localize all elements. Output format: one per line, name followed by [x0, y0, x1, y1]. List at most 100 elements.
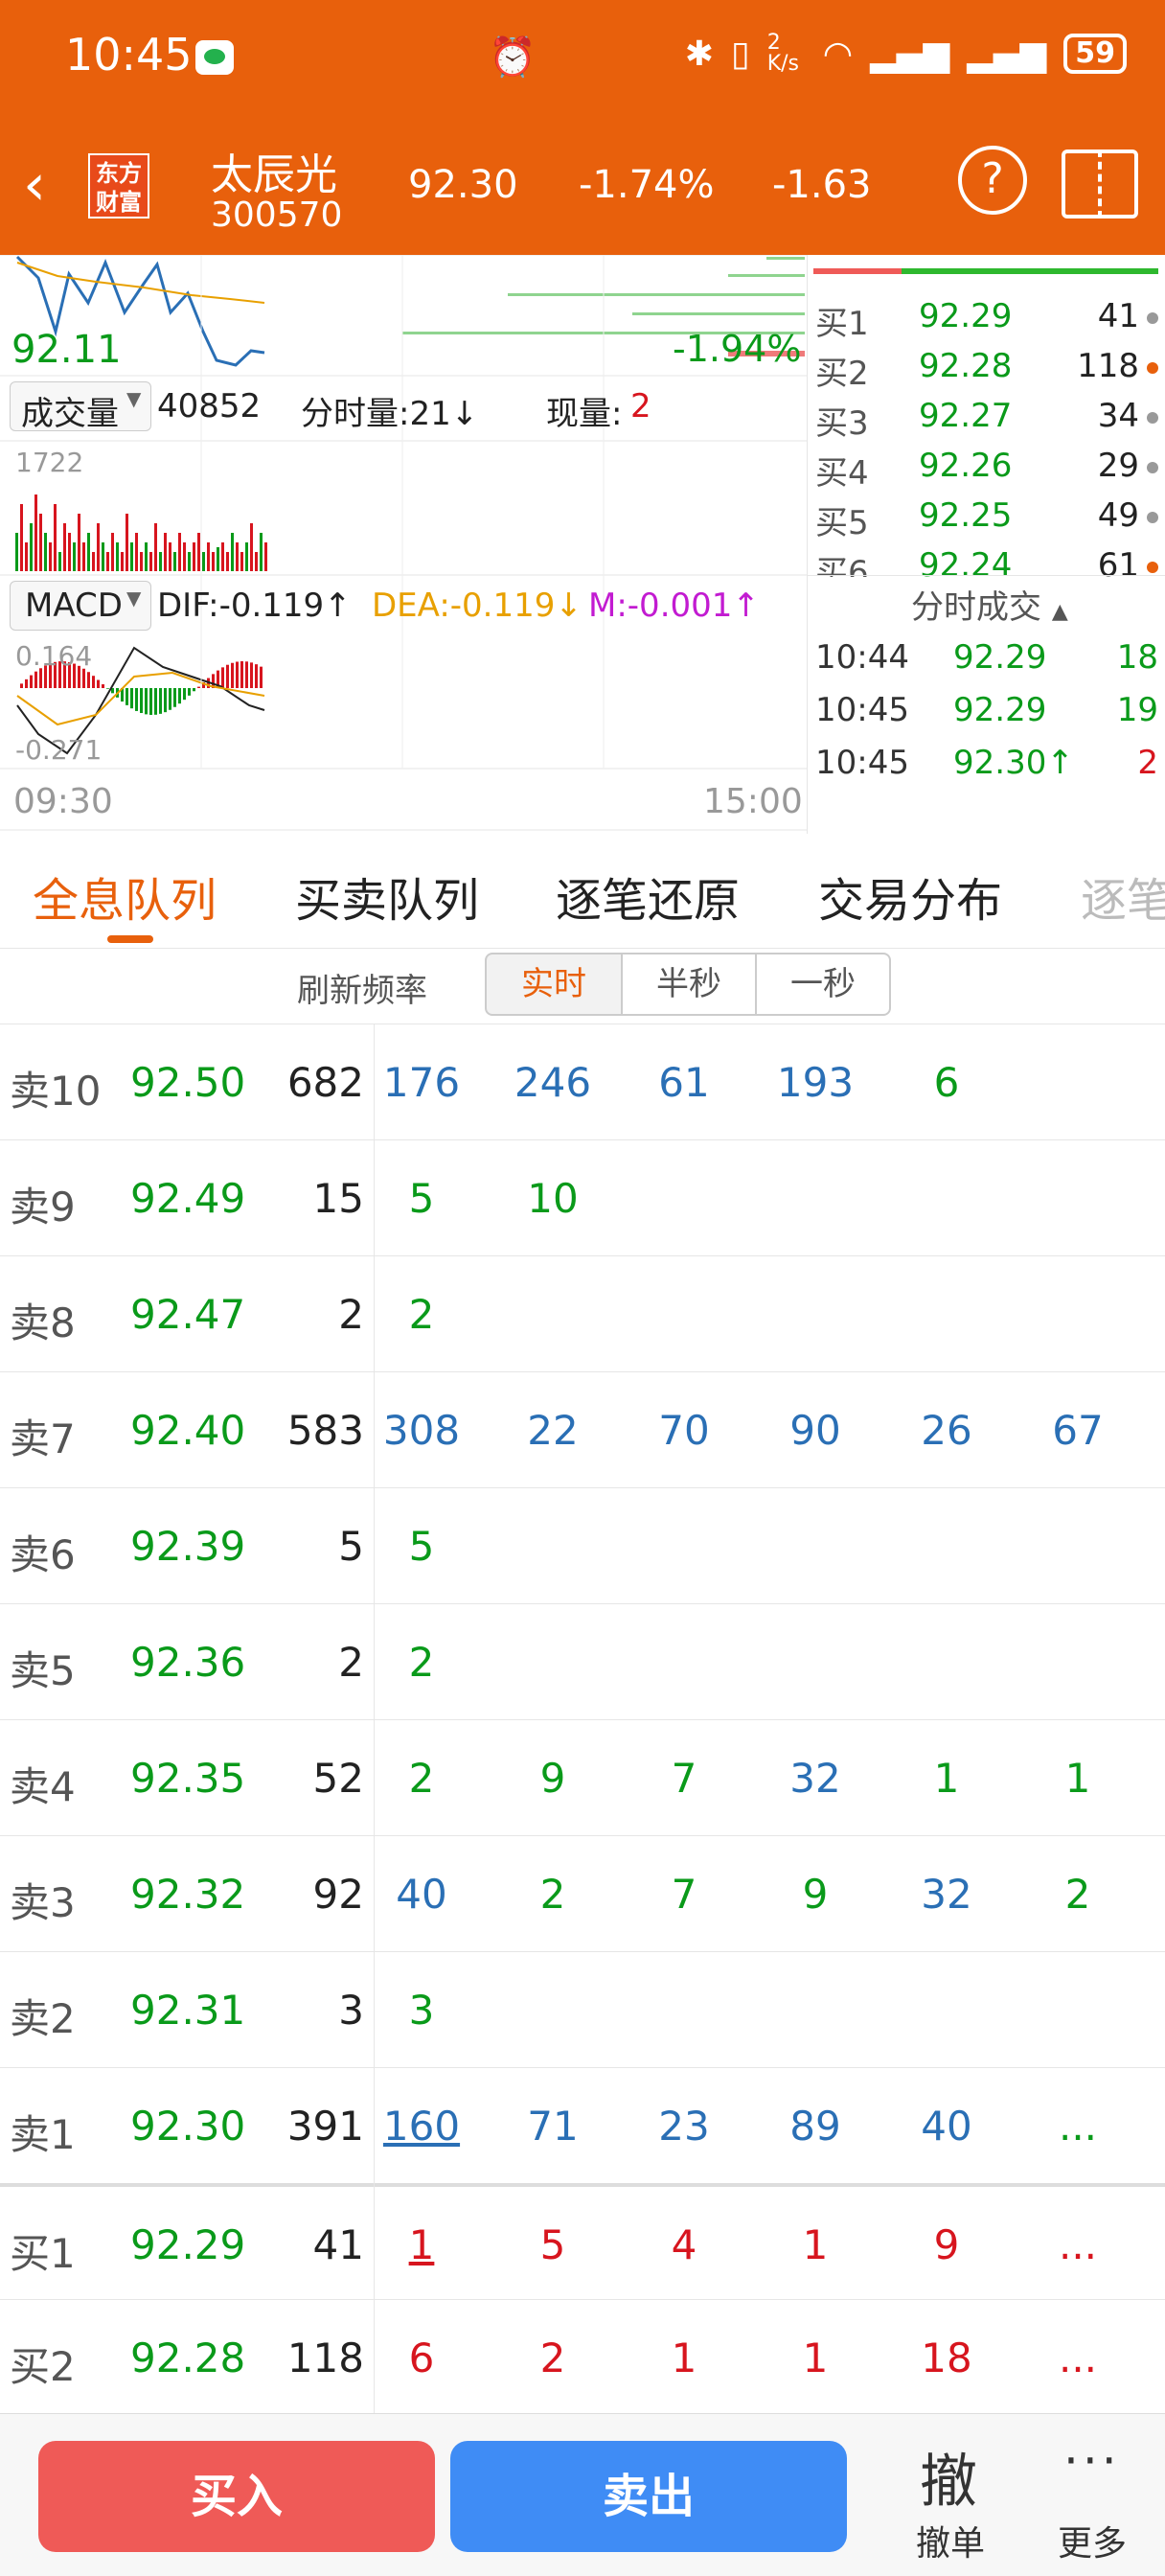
queue-order-cell[interactable]: 2: [356, 1755, 487, 1802]
tab-trade-distribution[interactable]: 交易分布: [818, 862, 1002, 930]
queue-order-cell[interactable]: 2: [1013, 1871, 1143, 1918]
queue-row[interactable]: 卖10 92.50 682 176 246 61 193 6: [0, 1024, 1165, 1139]
macd-bar: [145, 688, 148, 715]
depth-bar: [508, 293, 805, 296]
queue-row[interactable]: 卖1 92.30 391 160 71 23 89 40...: [0, 2067, 1165, 2183]
queue-order-cell[interactable]: 1: [750, 2334, 880, 2381]
cancel-order-icon[interactable]: 撤: [920, 2435, 977, 2518]
queue-order-cell[interactable]: 10: [488, 1175, 618, 1222]
queue-order-cell[interactable]: 26: [881, 1407, 1012, 1454]
sell-button[interactable]: 卖出: [450, 2441, 847, 2552]
queue-order-cell[interactable]: 40: [881, 2103, 1012, 2150]
macd-bar: [135, 688, 138, 711]
queue-order-cell[interactable]: ...: [1013, 2334, 1143, 2381]
volume-bar: [169, 542, 171, 571]
bid-row[interactable]: 买3 92.27 34: [808, 389, 1165, 443]
split-screen-icon[interactable]: [1062, 150, 1138, 218]
macd-bar: [255, 664, 258, 688]
queue-order-cell[interactable]: 5: [356, 1175, 487, 1222]
queue-row[interactable]: 买2 92.28 118 6 2 1 1 18...: [0, 2299, 1165, 2415]
queue-order-cell[interactable]: 2: [488, 1871, 618, 1918]
back-chevron-icon[interactable]: ‹: [23, 151, 46, 218]
macd-bar: [87, 672, 90, 688]
bid-dot-icon: [1147, 462, 1158, 473]
bid-volume: 49: [1097, 496, 1139, 535]
tick-time: 10:45: [815, 744, 909, 782]
bid-price: 92.29: [919, 297, 1013, 335]
queue-volume: 682: [286, 1059, 364, 1106]
queue-order-cell[interactable]: 40: [356, 1871, 487, 1918]
queue-order-cell[interactable]: ...: [1013, 2221, 1143, 2268]
queue-order-cell[interactable]: 2: [356, 1291, 487, 1338]
queue-order-cell[interactable]: 22: [488, 1407, 618, 1454]
bid-row[interactable]: 买2 92.28 118: [808, 339, 1165, 393]
queue-order-cell[interactable]: 9: [881, 2221, 1012, 2268]
ticks-title[interactable]: 分时成交 ▲: [911, 581, 1068, 628]
bid-row[interactable]: 买4 92.26 29: [808, 439, 1165, 493]
buy-button[interactable]: 买入: [38, 2441, 435, 2552]
queue-order-cell[interactable]: 67: [1013, 1407, 1143, 1454]
volume-bar: [30, 523, 33, 571]
bid-row[interactable]: 买6 92.24 61: [808, 539, 1165, 577]
queue-order-cell[interactable]: 1: [1013, 1755, 1143, 1802]
queue-order-cell[interactable]: 9: [488, 1755, 618, 1802]
refresh-one-second-button[interactable]: 一秒: [755, 953, 891, 1016]
queue-row[interactable]: 卖3 92.32 92 40 2 7 9 32 2: [0, 1835, 1165, 1951]
queue-row[interactable]: 卖2 92.31 3 3: [0, 1951, 1165, 2067]
queue-row[interactable]: 卖4 92.35 52 2 9 7 32 1 1: [0, 1719, 1165, 1835]
tab-bid-ask-queue[interactable]: 买卖队列: [295, 862, 479, 930]
queue-order-cell[interactable]: 176: [356, 1059, 487, 1106]
more-icon[interactable]: ···: [1063, 2433, 1121, 2489]
queue-row[interactable]: 卖6 92.39 5 5: [0, 1487, 1165, 1603]
refresh-half-second-button[interactable]: 半秒: [621, 953, 757, 1016]
queue-order-cell[interactable]: 18: [881, 2334, 1012, 2381]
queue-order-cell[interactable]: 6: [356, 2334, 487, 2381]
queue-order-cell[interactable]: 1: [619, 2334, 749, 2381]
tab-full-queue[interactable]: 全息队列: [33, 862, 217, 930]
more-label[interactable]: 更多: [1058, 2516, 1127, 2565]
queue-order-cell[interactable]: 246: [488, 1059, 618, 1106]
queue-order-cell[interactable]: 3: [356, 1987, 487, 2034]
queue-order-cell[interactable]: 32: [750, 1755, 880, 1802]
queue-order-cell[interactable]: 160: [356, 2103, 487, 2150]
tab-more[interactable]: 逐笔: [1081, 862, 1165, 930]
tab-tick-restore[interactable]: 逐笔还原: [556, 862, 740, 930]
queue-order-cell[interactable]: 90: [750, 1407, 880, 1454]
queue-order-cell[interactable]: 193: [750, 1059, 880, 1106]
queue-order-cell[interactable]: 32: [881, 1871, 1012, 1918]
queue-row[interactable]: 买1 92.29 41 1 5 4 1 9...: [0, 2183, 1165, 2299]
queue-row[interactable]: 卖9 92.49 15 5 10: [0, 1139, 1165, 1255]
queue-order-cell[interactable]: 61: [619, 1059, 749, 1106]
queue-order-cell[interactable]: 6: [881, 1059, 1012, 1106]
queue-order-cell[interactable]: 1: [356, 2221, 487, 2268]
queue-order-cell[interactable]: 9: [750, 1871, 880, 1918]
queue-order-cell[interactable]: 7: [619, 1871, 749, 1918]
queue-order-cell[interactable]: 70: [619, 1407, 749, 1454]
queue-row[interactable]: 卖8 92.47 2 2: [0, 1255, 1165, 1371]
bid-row[interactable]: 买1 92.29 41: [808, 289, 1165, 343]
cancel-order-label[interactable]: 撤单: [916, 2516, 985, 2565]
queue-order-cell[interactable]: ...: [1013, 2103, 1143, 2150]
queue-order-cell[interactable]: 2: [488, 2334, 618, 2381]
queue-order-cell[interactable]: 71: [488, 2103, 618, 2150]
queue-order-cell[interactable]: 23: [619, 2103, 749, 2150]
macd-bar: [245, 661, 248, 688]
queue-order-cell[interactable]: 308: [356, 1407, 487, 1454]
queue-order-cell[interactable]: 1: [881, 1755, 1012, 1802]
queue-row[interactable]: 卖7 92.40 583 308 22 70 90 26 67: [0, 1371, 1165, 1487]
queue-order-cell[interactable]: 1: [750, 2221, 880, 2268]
refresh-realtime-button[interactable]: 实时: [485, 953, 623, 1016]
intraday-chart[interactable]: 92.11 -1.94% 成交量 ▼ 40852 分时量:21↓ 现量: 2 1…: [0, 255, 807, 834]
volume-bar: [121, 552, 124, 571]
queue-row[interactable]: 卖5 92.36 2 2: [0, 1603, 1165, 1719]
volume-bar: [164, 533, 167, 571]
queue-order-cell[interactable]: 4: [619, 2221, 749, 2268]
help-icon[interactable]: ?: [958, 146, 1027, 215]
queue-order-cell[interactable]: 5: [356, 1523, 487, 1570]
bid-row[interactable]: 买5 92.25 49: [808, 489, 1165, 542]
queue-order-cell[interactable]: 2: [356, 1639, 487, 1686]
queue-order-cell[interactable]: 89: [750, 2103, 880, 2150]
queue-volume: 118: [286, 2334, 364, 2381]
queue-order-cell[interactable]: 7: [619, 1755, 749, 1802]
queue-order-cell[interactable]: 5: [488, 2221, 618, 2268]
